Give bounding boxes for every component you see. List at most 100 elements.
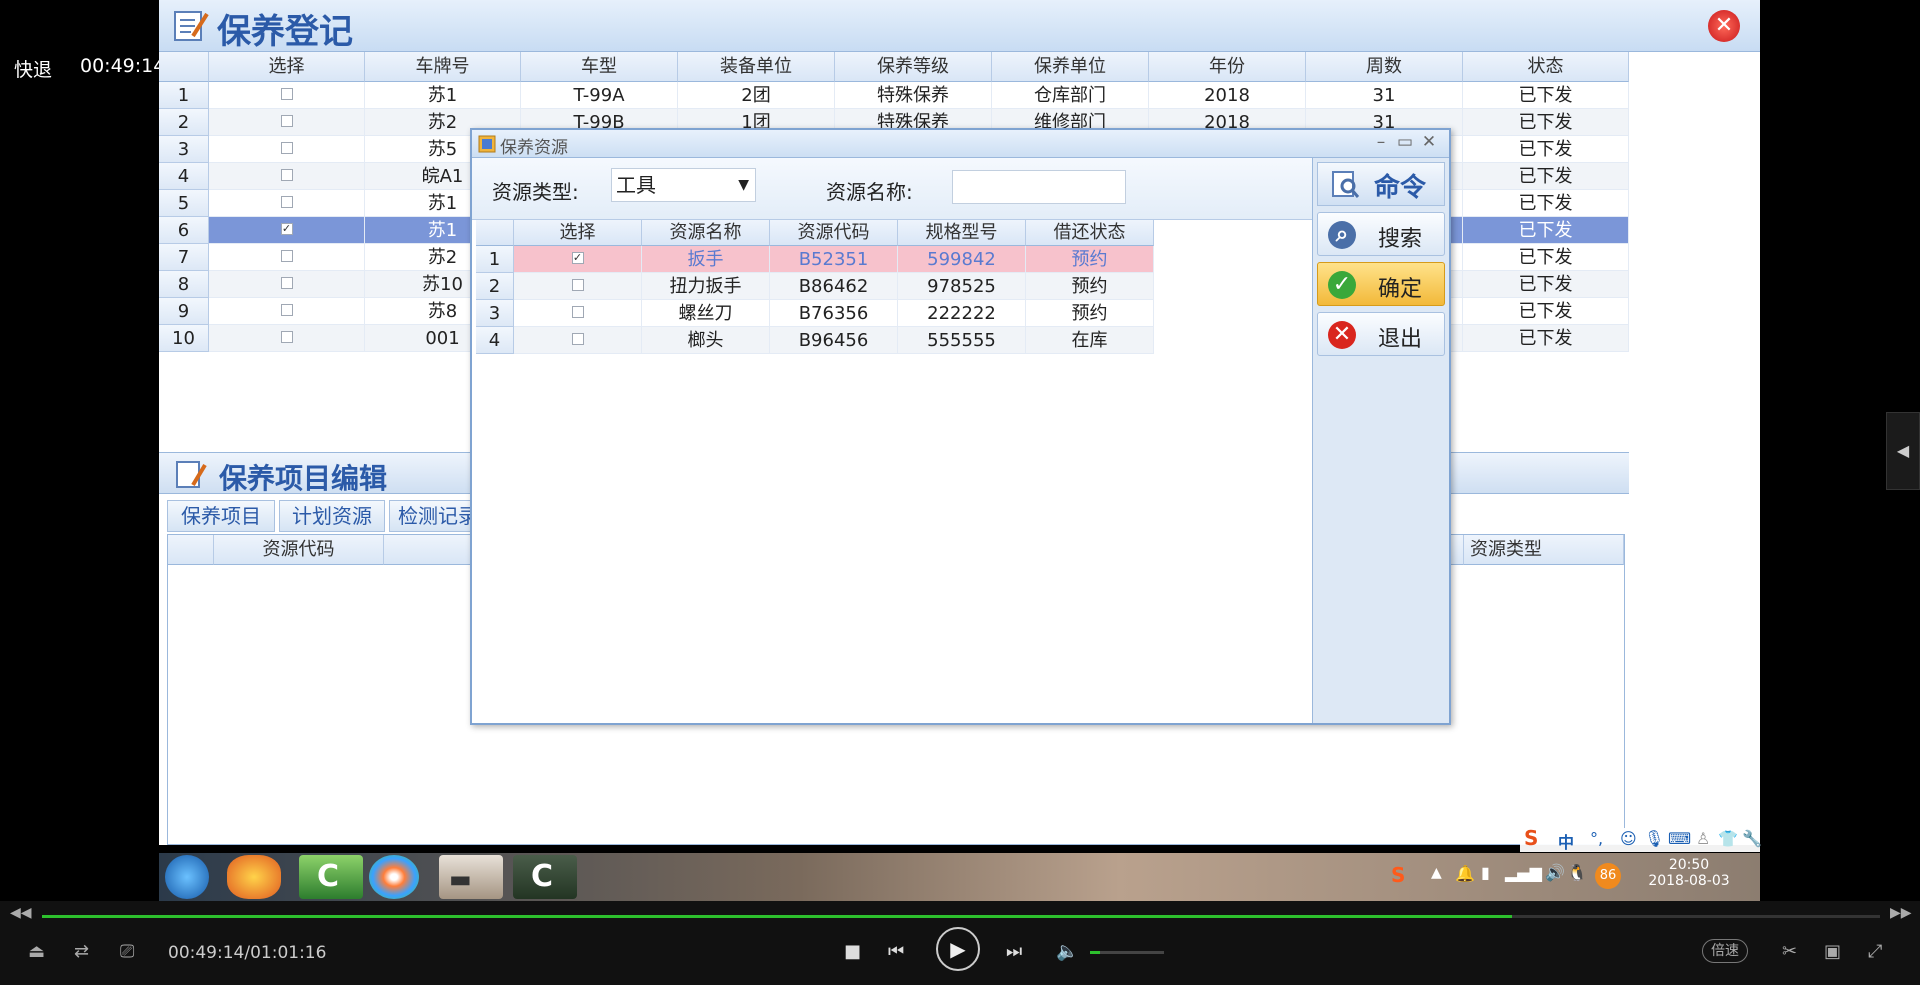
col-header-9[interactable]: 状态 xyxy=(1463,52,1629,82)
toolbox-icon[interactable]: ▣ xyxy=(1824,941,1841,962)
speed-button[interactable]: 倍速 xyxy=(1702,939,1748,963)
tray-battery-icon[interactable]: ▮ xyxy=(1481,863,1490,882)
dialog-cell-status[interactable]: 预约 xyxy=(1026,246,1154,273)
cell-week[interactable]: 31 xyxy=(1306,82,1463,109)
taskbar-app-camtasia-icon[interactable]: C xyxy=(299,855,363,899)
row-number[interactable]: 2 xyxy=(159,109,209,136)
cell-status[interactable]: 已下发 xyxy=(1463,163,1629,190)
resource-type-select[interactable]: 工具 ▼ xyxy=(611,168,756,202)
stop-icon[interactable]: ■ xyxy=(844,941,861,962)
row-checkbox[interactable] xyxy=(280,169,293,181)
dialog-cell-code[interactable]: B52351 xyxy=(770,246,898,273)
ime-keyboard-icon[interactable]: ⌨ xyxy=(1668,829,1691,848)
cell-status[interactable]: 已下发 xyxy=(1463,325,1629,352)
cell-mu[interactable]: 仓库部门 xyxy=(992,82,1149,109)
row-checkbox[interactable] xyxy=(280,88,293,100)
dialog-col-header-4[interactable]: 规格型号 xyxy=(898,220,1026,246)
ime-voice-icon[interactable]: 🎙 xyxy=(1644,829,1664,848)
tab-maintenance-items[interactable]: 保养项目 xyxy=(167,500,275,532)
loop-icon[interactable]: ⇄ xyxy=(74,941,89,962)
row-checkbox[interactable] xyxy=(280,250,293,262)
progress-bar[interactable] xyxy=(42,915,1880,918)
row-checkbox[interactable] xyxy=(280,142,293,154)
dialog-search-button[interactable]: ⌕ 搜索 xyxy=(1317,212,1445,256)
tray-volume-icon[interactable]: 🔊 xyxy=(1545,863,1565,882)
dialog-cell-name[interactable]: 榔头 xyxy=(642,327,770,354)
dialog-row-checkbox[interactable] xyxy=(571,279,584,291)
row-select-cell[interactable] xyxy=(209,190,365,217)
taskbar-app-chrome-icon[interactable] xyxy=(369,855,419,899)
col-header-8[interactable]: 周数 xyxy=(1306,52,1463,82)
play-button[interactable]: ▶ xyxy=(936,927,980,971)
row-select-cell[interactable] xyxy=(209,271,365,298)
cell-model[interactable]: T-99A xyxy=(521,82,678,109)
cell-status[interactable]: 已下发 xyxy=(1463,244,1629,271)
dialog-row-select-cell[interactable] xyxy=(514,273,642,300)
row-checkbox[interactable] xyxy=(280,115,293,127)
cell-level[interactable]: 特殊保养 xyxy=(835,82,992,109)
row-select-cell[interactable] xyxy=(209,136,365,163)
tray-signal-icon[interactable]: ▂▄▆ xyxy=(1505,863,1542,882)
row-number[interactable]: 7 xyxy=(159,244,209,271)
dialog-col-header-1[interactable]: 选择 xyxy=(514,220,642,246)
tray-qq-icon[interactable]: 🐧 xyxy=(1567,863,1587,882)
col-header-7[interactable]: 年份 xyxy=(1149,52,1306,82)
row-checkbox[interactable] xyxy=(280,277,293,289)
dialog-cell-name[interactable]: 螺丝刀 xyxy=(642,300,770,327)
row-select-cell[interactable] xyxy=(209,244,365,271)
row-select-cell[interactable] xyxy=(209,298,365,325)
row-select-cell[interactable] xyxy=(209,109,365,136)
dialog-close-button[interactable]: ✕ 退出 xyxy=(1317,312,1445,356)
subtitle-icon[interactable]: ⎚ xyxy=(120,941,134,962)
previous-icon[interactable]: ⏮ xyxy=(888,941,904,962)
row-number[interactable]: 1 xyxy=(159,82,209,109)
cell-plate[interactable]: 苏1 xyxy=(365,82,521,109)
fast-forward-icon[interactable]: ▶▶ xyxy=(1890,905,1912,921)
dialog-cell-name[interactable]: 扭力扳手 xyxy=(642,273,770,300)
volume-icon[interactable]: 🔈 xyxy=(1056,941,1078,962)
dialog-col-header-5[interactable]: 借还状态 xyxy=(1026,220,1154,246)
dialog-close-button[interactable]: ✕ xyxy=(1418,132,1440,152)
dialog-minimize-button[interactable]: – xyxy=(1370,132,1392,152)
row-number[interactable]: 10 xyxy=(159,325,209,352)
ime-emoji-icon[interactable]: ☺ xyxy=(1620,829,1637,848)
col-header-2[interactable]: 车牌号 xyxy=(365,52,521,82)
dialog-cell-code[interactable]: B86462 xyxy=(770,273,898,300)
start-button[interactable] xyxy=(165,855,209,899)
dialog-cell-spec[interactable]: 978525 xyxy=(898,273,1026,300)
cell-status[interactable]: 已下发 xyxy=(1463,136,1629,163)
col-header-3[interactable]: 车型 xyxy=(521,52,678,82)
dialog-row-number[interactable]: 3 xyxy=(476,300,514,327)
rewind-icon[interactable]: ◀◀ xyxy=(10,905,32,921)
resource-name-input[interactable] xyxy=(952,170,1126,204)
dialog-col-header-2[interactable]: 资源名称 xyxy=(642,220,770,246)
row-select-cell[interactable] xyxy=(209,325,365,352)
row-number[interactable]: 3 xyxy=(159,136,209,163)
dialog-cell-status[interactable]: 预约 xyxy=(1026,300,1154,327)
dialog-row-checkbox[interactable]: ✓ xyxy=(571,252,584,264)
dialog-cell-spec[interactable]: 555555 xyxy=(898,327,1026,354)
ime-user-icon[interactable]: ♙ xyxy=(1696,829,1710,848)
dialog-row-number[interactable]: 4 xyxy=(476,327,514,354)
row-number[interactable]: 9 xyxy=(159,298,209,325)
ime-settings-icon[interactable]: 🔧 xyxy=(1742,829,1762,848)
dialog-row-checkbox[interactable] xyxy=(571,333,584,345)
dialog-row-select-cell[interactable]: ✓ xyxy=(514,246,642,273)
col-header-4[interactable]: 装备单位 xyxy=(678,52,835,82)
row-checkbox[interactable] xyxy=(280,196,293,208)
eject-icon[interactable]: ⏏ xyxy=(28,941,45,962)
tab-planned-resources[interactable]: 计划资源 xyxy=(279,500,385,532)
dialog-col-header-3[interactable]: 资源代码 xyxy=(770,220,898,246)
cell-status[interactable]: 已下发 xyxy=(1463,217,1629,244)
cell-unit[interactable]: 2团 xyxy=(678,82,835,109)
tray-sogou-icon[interactable]: S xyxy=(1391,863,1405,887)
dialog-row-number[interactable]: 1 xyxy=(476,246,514,273)
taskbar-app-1-icon[interactable] xyxy=(227,855,281,899)
dialog-cell-status[interactable]: 在库 xyxy=(1026,327,1154,354)
volume-slider[interactable] xyxy=(1090,951,1164,954)
app-close-button[interactable]: ✕ xyxy=(1708,10,1740,42)
row-number[interactable]: 4 xyxy=(159,163,209,190)
fullscreen-icon[interactable]: ⤢ xyxy=(1868,941,1882,962)
dialog-cell-code[interactable]: B96456 xyxy=(770,327,898,354)
cut-icon[interactable]: ✂ xyxy=(1782,941,1797,962)
